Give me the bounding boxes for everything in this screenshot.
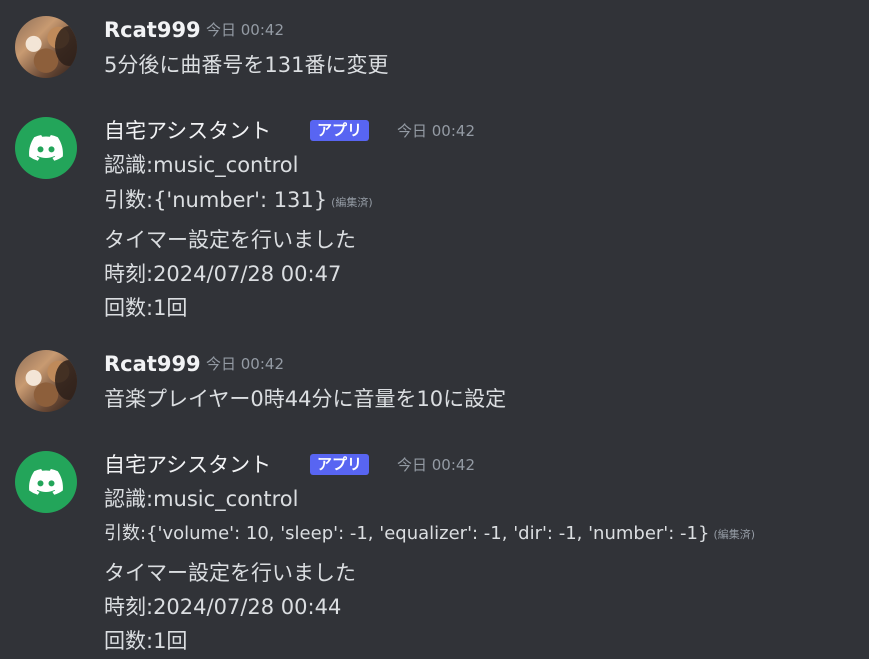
message-line-text: 引数:{'number': 131} <box>104 188 328 212</box>
message-line: タイマー設定を行いました <box>104 561 356 585</box>
message-text: 音楽プレイヤー0時44分に音量を10に設定 <box>104 387 507 411</box>
message-line: 時刻:2024/07/28 00:47 <box>104 262 342 286</box>
app-badge: アプリ <box>310 120 370 141</box>
username[interactable]: Rcat999 <box>104 350 201 378</box>
chat-messages: Rcat999 今日 00:42 5分後に曲番号を131番に変更 自宅アシスタン… <box>0 0 869 659</box>
message-line: タイマー設定を行いました <box>104 228 356 252</box>
message-bot-2: 自宅アシスタント アプリ 今日 00:42 認識:music_control 引… <box>0 451 869 659</box>
discord-logo-icon[interactable] <box>15 117 77 179</box>
username[interactable]: 自宅アシスタント <box>104 451 271 479</box>
message-line: 認識:music_control <box>104 153 299 177</box>
discord-logo-icon <box>29 469 63 495</box>
cat-avatar-icon[interactable] <box>15 16 77 78</box>
message-line: 引数:{'number': 131} (編集済) <box>104 186 373 217</box>
message-line: 回数:1回 <box>104 296 188 320</box>
timestamp: 今日 00:42 <box>206 355 284 373</box>
message-line: 回数:1回 <box>104 629 188 653</box>
cat-avatar-icon[interactable] <box>15 350 77 412</box>
timestamp: 今日 00:42 <box>397 456 475 474</box>
message-user-1: Rcat999 今日 00:42 5分後に曲番号を131番に変更 <box>0 16 869 80</box>
app-badge: アプリ <box>310 454 370 475</box>
discord-logo-icon <box>29 135 63 161</box>
message-line: 時刻:2024/07/28 00:44 <box>104 595 342 619</box>
timestamp: 今日 00:42 <box>397 122 475 140</box>
message-user-2: Rcat999 今日 00:42 音楽プレイヤー0時44分に音量を10に設定 <box>0 350 869 414</box>
message-line: 引数:{'volume': 10, 'sleep': -1, 'equalize… <box>104 520 755 549</box>
message-line: 認識:music_control <box>104 487 299 511</box>
username[interactable]: 自宅アシスタント <box>104 117 271 145</box>
timestamp: 今日 00:42 <box>206 21 284 39</box>
discord-logo-icon[interactable] <box>15 451 77 513</box>
edited-label: (編集済) <box>331 196 373 209</box>
edited-label: (編集済) <box>713 528 756 541</box>
message-line-text: 引数:{'volume': 10, 'sleep': -1, 'equalize… <box>104 523 710 544</box>
message-text: 5分後に曲番号を131番に変更 <box>104 53 389 77</box>
username[interactable]: Rcat999 <box>104 16 201 44</box>
message-bot-1: 自宅アシスタント アプリ 今日 00:42 認識:music_control 引… <box>0 117 869 327</box>
